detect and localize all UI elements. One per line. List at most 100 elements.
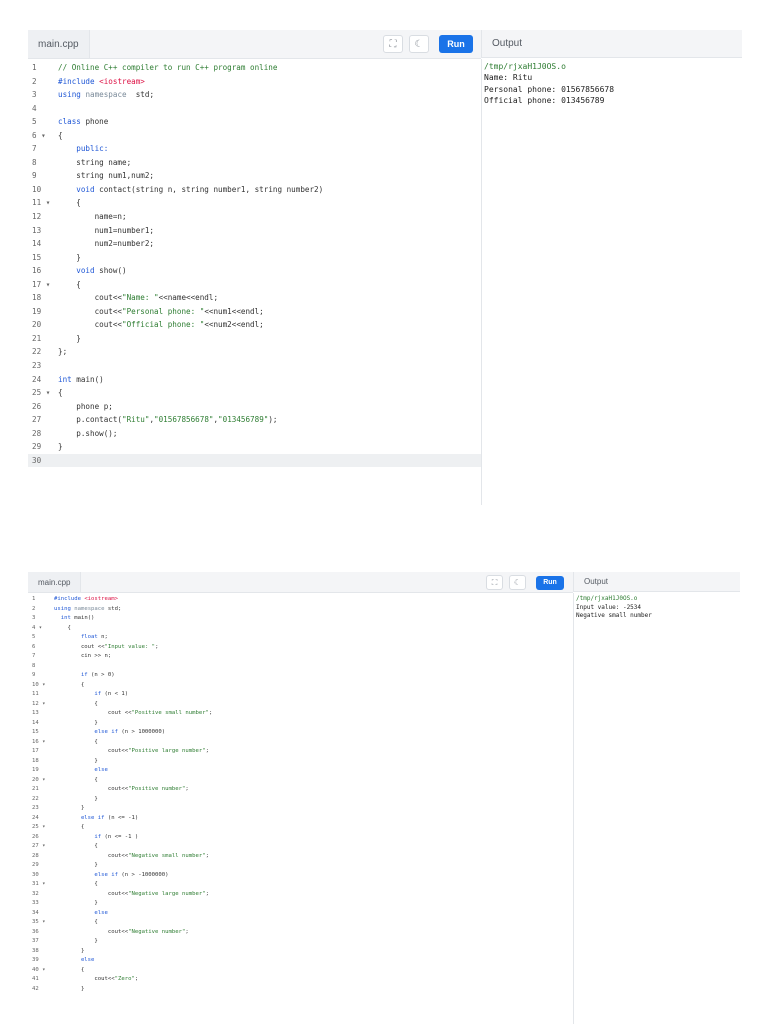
code-line[interactable]: 20 cout<<"Official phone: "<<num2<<endl; <box>28 318 481 332</box>
code-line[interactable]: 17 cout<<"Positive large number"; <box>28 747 573 757</box>
code-line[interactable]: 10 void contact(string n, string number1… <box>28 183 481 197</box>
code-line[interactable]: 7 cin >> n; <box>28 652 573 662</box>
code-text: string num1,num2; <box>58 171 155 181</box>
theme-toggle-icon[interactable]: ☾ <box>509 575 526 590</box>
code-line[interactable]: 10 ▾ { <box>28 681 573 691</box>
code-line[interactable]: 38 } <box>28 947 573 957</box>
code-line[interactable]: 1 // Online C++ compiler to run C++ progr… <box>28 61 481 75</box>
file-tab[interactable]: main.cpp <box>28 30 90 58</box>
code-line[interactable]: 11 if (n < 1) <box>28 690 573 700</box>
line-number: 36 <box>32 928 39 935</box>
code-line[interactable]: 28 p.show(); <box>28 427 481 441</box>
line-number: 24 <box>32 814 39 821</box>
code-line[interactable]: 15 } <box>28 251 481 265</box>
line-number: 23 <box>32 805 39 811</box>
code-line[interactable]: 39 else <box>28 956 573 966</box>
output-path: /tmp/rjxaH1J0OS.o <box>576 595 638 602</box>
code-line[interactable]: 9 if (n > 0) <box>28 671 573 681</box>
code-line[interactable]: 26 phone p; <box>28 400 481 414</box>
code-line[interactable]: 12 ▾ { <box>28 700 573 710</box>
file-tab-label: main.cpp <box>38 38 79 50</box>
code-line[interactable]: 3 int main() <box>28 614 573 624</box>
code-line[interactable]: 16 void show() <box>28 264 481 278</box>
code-line[interactable]: 26 if (n <= -1 ) <box>28 833 573 843</box>
output-line: Input value: -2534 <box>576 603 642 611</box>
run-button[interactable]: Run <box>536 575 564 590</box>
code-line[interactable]: 4 ▾ { <box>28 624 573 634</box>
code-text: p.contact("Ritu","01567856678","01345678… <box>58 415 278 425</box>
code-line[interactable]: 16 ▾ { <box>28 738 573 748</box>
code-line[interactable]: 3 using namespace std; <box>28 88 481 102</box>
code-line[interactable]: 7 public: <box>28 142 481 156</box>
code-line[interactable]: 29 } <box>28 861 573 871</box>
code-line[interactable]: 30 else if (n > -1000000) <box>28 871 573 881</box>
code-line[interactable]: 8 <box>28 662 573 672</box>
code-line[interactable]: 32 cout<<"Negative large number"; <box>28 890 573 900</box>
code-line[interactable]: 36 cout<<"Negative number"; <box>28 928 573 938</box>
code-text: } <box>54 985 85 992</box>
code-line[interactable]: 8 string name; <box>28 156 481 170</box>
code-line[interactable]: 15 else if (n > 1000000) <box>28 728 573 738</box>
code-line[interactable]: 19 else <box>28 766 573 776</box>
code-editor[interactable]: 1 #include <iostream> 2 using namespace std… <box>28 593 573 1024</box>
line-number: 27 ▾ <box>32 843 46 849</box>
code-line[interactable]: 13 cout <<"Positive small number"; <box>28 709 573 719</box>
code-text: public: <box>58 144 109 154</box>
code-line[interactable]: 28 cout<<"Negative small number"; <box>28 852 573 862</box>
code-line[interactable]: 27 ▾ { <box>28 842 573 852</box>
code-line[interactable]: 34 else <box>28 909 573 919</box>
code-line[interactable]: 40 ▾ { <box>28 966 573 976</box>
code-line[interactable]: 22 } <box>28 795 573 805</box>
fullscreen-icon[interactable]: ⛶ <box>383 35 403 53</box>
code-line[interactable]: 5 class phone <box>28 115 481 129</box>
code-line[interactable]: 14 num2=number2; <box>28 237 481 251</box>
code-line[interactable]: 33 } <box>28 899 573 909</box>
code-line[interactable]: 37 } <box>28 937 573 947</box>
code-line[interactable]: 18 } <box>28 757 573 767</box>
line-number: 10 <box>32 184 42 194</box>
code-line[interactable]: 17 ▾ { <box>28 278 481 292</box>
code-line[interactable]: 41 cout<<"Zero"; <box>28 975 573 985</box>
code-line[interactable]: 14 } <box>28 719 573 729</box>
code-line[interactable]: 6 cout <<"Input value: "; <box>28 643 573 653</box>
code-line[interactable]: 12 name=n; <box>28 210 481 224</box>
code-line[interactable]: 24 else if (n <= -1) <box>28 814 573 824</box>
code-line[interactable]: 4 <box>28 102 481 116</box>
code-line[interactable]: 2 #include <iostream> <box>28 75 481 89</box>
code-line[interactable]: 31 ▾ { <box>28 880 573 890</box>
code-line[interactable]: 19 cout<<"Personal phone: "<<num1<<endl; <box>28 305 481 319</box>
code-line[interactable]: 13 num1=number1; <box>28 224 481 238</box>
code-line[interactable]: 11 ▾ { <box>28 196 481 210</box>
code-line[interactable]: 23 <box>28 359 481 373</box>
code-line[interactable]: 20 ▾ { <box>28 776 573 786</box>
code-line[interactable]: 21 } <box>28 332 481 346</box>
theme-toggle-icon[interactable]: ☾ <box>409 35 429 53</box>
code-text: cout<<"Personal phone: "<<num1<<endl; <box>58 306 264 316</box>
code-line[interactable]: 5 float n; <box>28 633 573 643</box>
code-line[interactable]: 24 int main() <box>28 373 481 387</box>
code-line[interactable]: 23 } <box>28 804 573 814</box>
file-tab[interactable]: main.cpp <box>28 572 82 592</box>
code-line[interactable]: 1 #include <iostream> <box>28 595 573 605</box>
code-line[interactable]: 6 ▾ { <box>28 129 481 143</box>
code-text: }; <box>58 347 68 357</box>
code-line[interactable]: 25 ▾ { <box>28 386 481 400</box>
code-line[interactable]: 9 string num1,num2; <box>28 169 481 183</box>
code-line[interactable]: 27 p.contact("Ritu","01567856678","01345… <box>28 413 481 427</box>
code-line[interactable]: 42 } <box>28 985 573 995</box>
code-line[interactable]: 25 ▾ { <box>28 823 573 833</box>
code-line[interactable]: 22}; <box>28 345 481 359</box>
code-line[interactable]: 21 cout<<"Positive number"; <box>28 785 573 795</box>
code-editor[interactable]: 1 // Online C++ compiler to run C++ progr… <box>28 59 481 505</box>
code-line[interactable]: 30 <box>28 453 481 468</box>
code-text: float n; <box>54 634 108 640</box>
fullscreen-icon[interactable]: ⛶ <box>486 575 503 590</box>
run-button[interactable]: Run <box>439 35 473 53</box>
output-header: Output <box>481 30 742 58</box>
code-line[interactable]: 18 cout<<"Name: "<<name<<endl; <box>28 291 481 305</box>
code-line[interactable]: 35 ▾ { <box>28 918 573 928</box>
code-line[interactable]: 29} <box>28 440 481 454</box>
line-number: 28 <box>32 428 42 438</box>
line-number: 18 <box>32 757 39 764</box>
code-line[interactable]: 2 using namespace std; <box>28 605 573 615</box>
